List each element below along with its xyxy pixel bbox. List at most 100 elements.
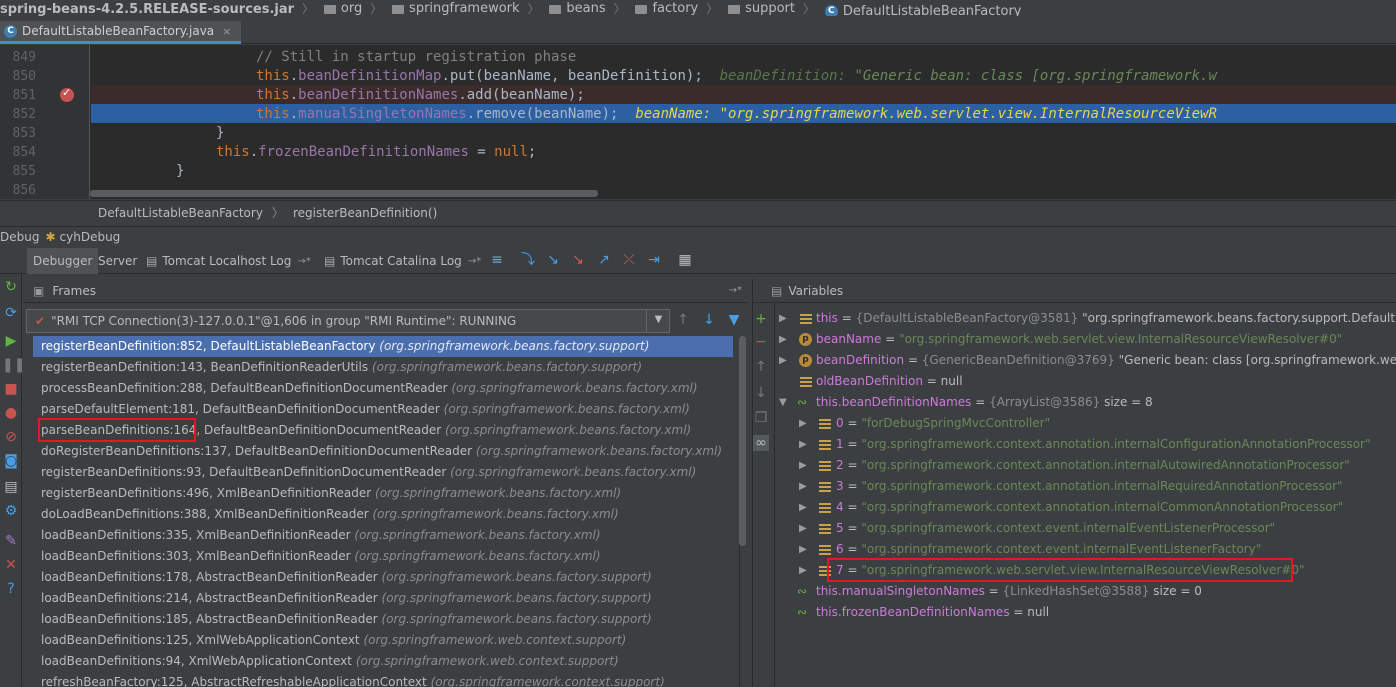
crumb-factory[interactable]: factory [631, 1, 704, 16]
frames-scrollbar[interactable] [739, 336, 746, 546]
filter-icon[interactable]: ▼ [726, 312, 742, 328]
view-breakpoints-icon[interactable]: ● [2, 404, 20, 422]
code-editor[interactable]: 849 850 851 852 853 854 855 856 // Still… [0, 45, 1396, 199]
code-line-849: // Still in startup registration phase [256, 49, 577, 65]
variable-row[interactable]: ∾ this.manualSingletonNames = {LinkedHash… [753, 581, 1396, 602]
step-into-icon[interactable]: ↘ [545, 252, 561, 268]
expand-arrow-icon[interactable]: ▶ [799, 497, 807, 518]
class-icon: C [824, 4, 838, 16]
frame-row[interactable]: refreshBeanFactory:125, AbstractRefresha… [33, 672, 733, 687]
settings-icon[interactable]: ⚙ [2, 502, 20, 520]
list-item[interactable]: ▶ 1 = "org.springframework.context.annota… [753, 434, 1396, 455]
pin-tab-icon[interactable]: ✎ [2, 532, 20, 550]
debug-config-name[interactable]: cyhDebug [60, 230, 121, 244]
list-item[interactable]: ▶ 3 = "org.springframework.context.annota… [753, 476, 1396, 497]
variable-row[interactable]: ▼ ∾ this.beanDefinitionNames = {ArrayList@… [753, 392, 1396, 413]
pause-icon[interactable]: ❚❚ [2, 356, 25, 374]
line-number: 849 [12, 50, 36, 65]
field-icon [819, 440, 831, 450]
pin-icon[interactable]: →* [729, 285, 742, 296]
rerun-icon[interactable]: ↻ [2, 278, 20, 296]
debug-title: Debug [0, 229, 40, 244]
code-line-850: this.beanDefinitionMap.put(beanName, bea… [256, 68, 1217, 84]
crumb-beans[interactable]: beans [545, 1, 611, 16]
breadcrumb-method[interactable]: registerBeanDefinition() [293, 206, 437, 220]
expand-arrow-icon[interactable]: ▶ [799, 413, 807, 434]
variable-row[interactable]: oldBeanDefinition = null [753, 371, 1396, 392]
mute-breakpoints-icon[interactable]: ⊘ [2, 428, 20, 446]
crumb-support[interactable]: support [724, 1, 801, 16]
expanded-arrow-icon[interactable]: ▼ [779, 392, 787, 413]
horizontal-scrollbar[interactable] [90, 190, 598, 197]
expand-arrow-icon[interactable]: ▶ [799, 455, 807, 476]
expand-arrow-icon[interactable]: ▶ [779, 350, 787, 371]
frame-row[interactable]: loadBeanDefinitions:94, XmlWebApplicatio… [33, 651, 733, 672]
frame-row[interactable]: doLoadBeanDefinitions:388, XmlBeanDefini… [33, 504, 733, 525]
run-to-cursor-icon[interactable]: ⇥ [646, 252, 662, 268]
frame-row[interactable]: loadBeanDefinitions:335, XmlBeanDefiniti… [33, 525, 733, 546]
tab-tomcat-localhost-log[interactable]: ▤ Tomcat Localhost Log →* [140, 248, 317, 274]
expand-arrow-icon[interactable]: ▶ [799, 476, 807, 497]
pin-icon[interactable]: →* [468, 256, 481, 267]
expand-arrow-icon[interactable]: ▶ [779, 329, 787, 350]
line-number: 850 [12, 69, 36, 84]
list-item[interactable]: ▶ 4 = "org.springframework.context.annota… [753, 497, 1396, 518]
frame-row[interactable]: parseDefaultElement:181, DefaultBeanDefi… [33, 399, 733, 420]
step-out-icon[interactable]: ↗ [596, 252, 612, 268]
list-item[interactable]: ▶ 5 = "org.springframework.context.event.… [753, 518, 1396, 539]
crumb-class[interactable]: C DefaultListableBeanFactory [821, 3, 1028, 16]
close-icon[interactable]: ✕ [2, 556, 20, 574]
help-icon[interactable]: ? [2, 580, 20, 598]
tab-tomcat-catalina-log[interactable]: ▤ Tomcat Catalina Log →* [318, 248, 487, 274]
frame-row[interactable]: loadBeanDefinitions:125, XmlWebApplicati… [33, 630, 733, 651]
crumb-org[interactable]: org [320, 1, 368, 16]
list-item[interactable]: ▶ 0 = "forDebugSpringMvcController" [753, 413, 1396, 434]
variable-row[interactable]: ∾ this.frozenBeanDefinitionNames = null [753, 602, 1396, 623]
previous-frame-icon[interactable]: ↑ [675, 312, 691, 328]
field-icon [819, 545, 831, 555]
chevron-down-icon[interactable]: ▼ [646, 309, 670, 333]
watch-icon: ∾ [797, 395, 808, 409]
step-over-icon[interactable]: ⤵ [520, 252, 536, 268]
expand-arrow-icon[interactable]: ▶ [799, 539, 807, 560]
frame-row[interactable]: loadBeanDefinitions:214, AbstractBeanDef… [33, 588, 733, 609]
resume-icon[interactable]: ▶ [2, 332, 20, 350]
expand-arrow-icon[interactable]: ▶ [799, 560, 807, 581]
crumb-springframework[interactable]: springframework [388, 1, 525, 16]
close-icon[interactable]: × [222, 25, 231, 38]
camera-icon[interactable]: ◙ [2, 452, 20, 470]
frame-row[interactable]: doRegisterBeanDefinitions:137, DefaultBe… [33, 441, 733, 462]
show-execution-point-icon[interactable]: ≡ [489, 252, 505, 268]
pin-icon[interactable]: →* [297, 256, 310, 267]
refresh-icon[interactable]: ⟳ [2, 304, 20, 322]
variable-row[interactable]: ▶ p beanDefinition = {GenericBeanDefinitio… [753, 350, 1396, 371]
frame-row[interactable]: registerBeanDefinitions:496, XmlBeanDefi… [33, 483, 733, 504]
expand-arrow-icon[interactable]: ▶ [779, 308, 787, 329]
frame-row[interactable]: registerBeanDefinitions:93, DefaultBeanD… [33, 462, 733, 483]
evaluate-expression-icon[interactable]: ▦ [677, 252, 693, 268]
layout-icon[interactable]: ▤ [2, 478, 20, 496]
list-item[interactable]: ▶ 2 = "org.springframework.context.annota… [753, 455, 1396, 476]
editor-tab[interactable]: C DefaultListableBeanFactory.java × [0, 21, 242, 44]
tab-server[interactable]: Server [92, 248, 143, 274]
expand-arrow-icon[interactable]: ▶ [799, 518, 807, 539]
drop-frame-icon[interactable]: ⤫ [621, 252, 637, 268]
tab-debugger[interactable]: Debugger [27, 248, 99, 274]
breadcrumb-class[interactable]: DefaultListableBeanFactory [98, 206, 263, 220]
breakpoint-icon[interactable] [60, 86, 74, 102]
force-step-into-icon[interactable]: ↘ [570, 252, 586, 268]
frame-row[interactable]: processBeanDefinition:288, DefaultBeanDe… [33, 378, 733, 399]
list-item[interactable]: ▶ 6 = "org.springframework.context.event.… [753, 539, 1396, 560]
variable-row[interactable]: ▶ p beanName = "org.springframework.web.se… [753, 329, 1396, 350]
next-frame-icon[interactable]: ↓ [701, 312, 717, 328]
expand-arrow-icon[interactable]: ▶ [799, 434, 807, 455]
stop-icon[interactable]: ■ [2, 380, 20, 398]
frame-row[interactable]: loadBeanDefinitions:178, AbstractBeanDef… [33, 567, 733, 588]
variable-row[interactable]: ▶ this = {DefaultListableBeanFactory@3581… [753, 308, 1396, 329]
frame-row[interactable]: loadBeanDefinitions:303, XmlBeanDefiniti… [33, 546, 733, 567]
frame-row[interactable]: loadBeanDefinitions:185, AbstractBeanDef… [33, 609, 733, 630]
frame-row[interactable]: registerBeanDefinition:852, DefaultLista… [33, 336, 733, 357]
crumb-jar[interactable]: spring-beans-4.2.5.RELEASE-sources.jar [0, 2, 300, 16]
frame-row[interactable]: registerBeanDefinition:143, BeanDefiniti… [33, 357, 733, 378]
thread-selector[interactable]: ✔ "RMI TCP Connection(3)-127.0.0.1"@1,60… [26, 309, 670, 333]
